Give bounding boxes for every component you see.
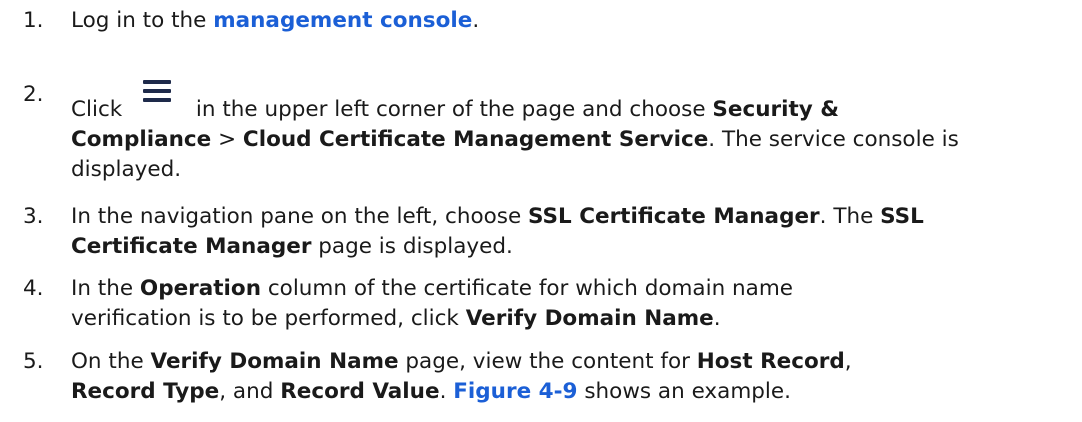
step-number: 1. bbox=[23, 8, 44, 33]
figure-4-9-link[interactable]: Figure 4-9 bbox=[453, 379, 577, 404]
management-console-link[interactable]: management console bbox=[213, 8, 472, 33]
step-text: On the Verify Domain Name page, view the… bbox=[71, 349, 852, 404]
step-number: 2. bbox=[23, 82, 44, 107]
procedure-steps: 1. Log in to the management console. 2. … bbox=[0, 0, 1082, 422]
step-text: Click in the upper left corner of the pa… bbox=[71, 80, 1074, 185]
step-text: In the Operation column of the certifica… bbox=[71, 276, 794, 331]
step-number: 5. bbox=[23, 349, 44, 374]
step-number: 4. bbox=[23, 276, 44, 301]
step-text: In the navigation pane on the left, choo… bbox=[71, 204, 924, 259]
step-number: 3. bbox=[23, 204, 44, 229]
step-text: Log in to the management console. bbox=[71, 8, 480, 33]
menu-icon bbox=[135, 80, 177, 110]
